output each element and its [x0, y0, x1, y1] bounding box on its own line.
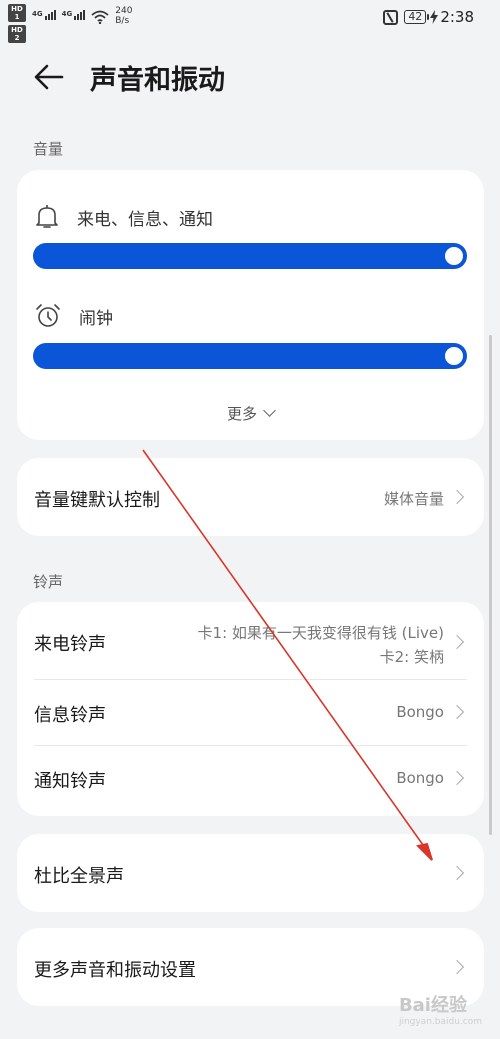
chevron-right-icon	[449, 704, 465, 720]
watermark: Bai经验 jingyan.baidu.com	[399, 991, 482, 1027]
ring-volume-slider[interactable]	[33, 243, 467, 269]
incoming-ringtone-value-1: 卡1: 如果有一天我变得很有钱 (Live)	[197, 624, 444, 642]
ringtone-card: 来电铃声 卡1: 如果有一天我变得很有钱 (Live) 卡2: 笑柄 信息铃声 …	[17, 602, 484, 816]
header: 声音和振动	[0, 56, 500, 100]
chevron-right-icon	[449, 770, 465, 786]
notification-ringtone-row[interactable]: 通知铃声 Bongo	[17, 746, 484, 812]
message-ringtone-row[interactable]: 信息铃声 Bongo	[17, 680, 484, 746]
net-speed: 240 B/s	[115, 6, 133, 26]
dolby-card: 杜比全景声	[17, 834, 484, 912]
message-ringtone-label: 信息铃声	[34, 705, 106, 726]
status-bar: HD 1 HD 2 4G 4G 240 B/s 42 2:38	[0, 0, 500, 43]
status-left: HD 1 HD 2 4G 4G 240 B/s	[8, 4, 132, 43]
wifi-icon	[91, 10, 109, 24]
volume-key-card: 音量键默认控制 媒体音量	[17, 458, 484, 536]
network-type-2: 4G	[61, 10, 73, 18]
status-right: 42 2:38	[383, 8, 474, 26]
chevron-right-icon	[449, 634, 465, 650]
alarm-volume-label: 闹钟	[79, 308, 113, 329]
volume-key-row[interactable]: 音量键默认控制 媒体音量	[17, 458, 484, 536]
battery-indicator: 42	[404, 10, 430, 24]
more-volume-label: 更多	[226, 405, 257, 423]
ring-volume-label: 来电、信息、通知	[77, 209, 213, 230]
network-type-1: 4G	[32, 10, 43, 18]
volume-section-label: 音量	[33, 140, 64, 158]
slider-knob[interactable]	[445, 347, 463, 365]
page-title: 声音和振动	[90, 65, 225, 96]
chevron-right-icon	[449, 865, 465, 881]
chevron-right-icon	[449, 959, 465, 975]
notification-ringtone-value: Bongo	[396, 769, 444, 787]
slider-knob[interactable]	[445, 247, 463, 265]
dolby-atmos-label: 杜比全景声	[34, 866, 124, 887]
watermark-sub: jingyan.baidu.com	[398, 1017, 482, 1027]
bell-icon	[36, 205, 58, 228]
more-volume-button[interactable]: 更多	[17, 403, 484, 424]
message-ringtone-value: Bongo	[396, 703, 444, 721]
volume-key-label: 音量键默认控制	[34, 490, 160, 511]
alarm-volume-row: 闹钟	[35, 303, 113, 329]
more-sound-settings-label: 更多声音和振动设置	[34, 960, 196, 981]
alarm-volume-slider[interactable]	[33, 343, 467, 369]
volume-card: 来电、信息、通知 闹钟 更多	[17, 170, 484, 440]
dolby-atmos-row[interactable]: 杜比全景声	[17, 834, 484, 912]
incoming-ringtone-value-2: 卡2: 笑柄	[379, 648, 444, 666]
ring-volume-row: 来电、信息、通知	[35, 204, 213, 230]
incoming-ringtone-label: 来电铃声	[34, 634, 106, 655]
notification-ringtone-label: 通知铃声	[34, 771, 106, 792]
alarm-clock-icon	[36, 304, 60, 327]
scrollbar[interactable]	[489, 335, 492, 835]
charging-icon	[430, 10, 439, 24]
back-arrow-icon	[34, 64, 64, 90]
chevron-down-icon	[263, 404, 276, 417]
volume-key-value: 媒体音量	[383, 490, 444, 508]
back-button[interactable]	[32, 60, 66, 94]
hd1-badge: HD 1	[8, 4, 26, 22]
clock: 2:38	[440, 8, 474, 26]
nfc-icon	[383, 9, 399, 25]
incoming-ringtone-row[interactable]: 来电铃声 卡1: 如果有一天我变得很有钱 (Live) 卡2: 笑柄	[17, 602, 484, 680]
signal-icon: 4G	[32, 10, 56, 20]
watermark-text: Bai经验	[398, 995, 467, 1016]
ringtone-section-label: 铃声	[33, 573, 64, 591]
chevron-right-icon	[449, 489, 465, 505]
hd2-badge: HD 2	[8, 25, 26, 43]
signal-icon-2: 4G	[62, 10, 86, 20]
